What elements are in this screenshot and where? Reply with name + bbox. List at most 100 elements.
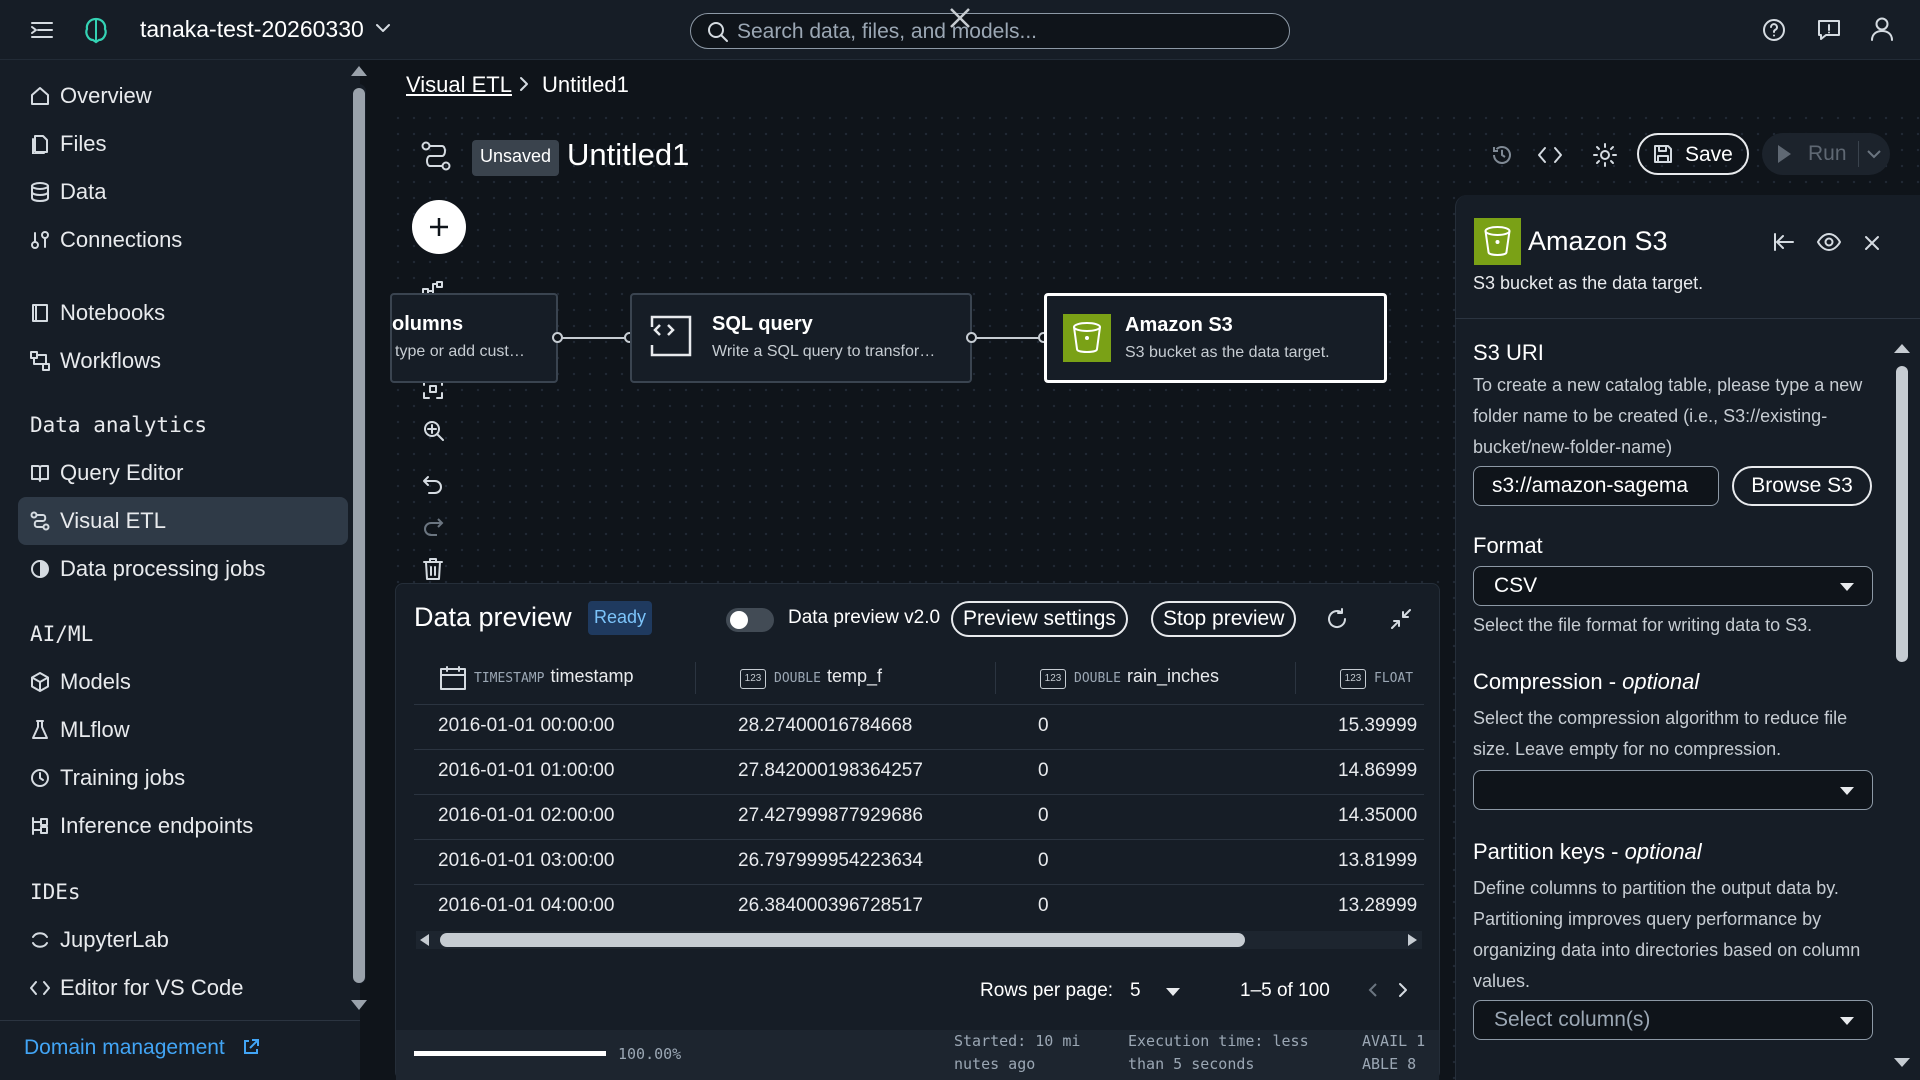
table-scrollbar-thumb[interactable] [440,933,1245,947]
s3-uri-description: To create a new catalog table, please ty… [1473,375,1863,457]
previous-page-icon[interactable] [1367,981,1379,999]
add-node-button[interactable] [412,200,466,254]
sidebar-item-workflows[interactable]: Workflows [18,337,348,385]
data-preview-panel [395,583,1440,1080]
stop-preview-button[interactable]: Stop preview [1151,601,1297,637]
sidebar-item-mlflow[interactable]: MLflow [18,706,348,754]
sidebar-item-vscode[interactable]: Editor for VS Code [18,964,348,1012]
sidebar-item-query-editor[interactable]: Query Editor [18,449,348,497]
project-name[interactable]: tanaka-test-20260330 [140,16,364,43]
preview-started-text: Started: 10 mi nutes ago [954,1032,1081,1073]
rows-per-page-caret-icon [1166,988,1180,996]
flow-node-sql-query[interactable]: SQL query Write a SQL query to transfor… [630,293,972,383]
sidebar-item-training-jobs[interactable]: Training jobs [18,754,348,802]
column-header-timestamp[interactable]: TIMESTAMP timestamp [474,666,633,687]
domain-management-link[interactable]: Domain management [24,1036,225,1060]
pagination-range: 1–5 of 100 [1240,980,1330,1001]
file-icon [30,134,50,154]
pie-icon [30,559,50,579]
notebook-icon [30,303,50,323]
user-profile-icon[interactable] [1870,16,1894,42]
sidebar-item-notebooks[interactable]: Notebooks [18,289,348,337]
edge-2 [972,337,1044,339]
preview-execution-time: Execution time: less than 5 seconds [1128,1032,1309,1073]
sidebar-scrollbar-thumb[interactable] [353,88,365,983]
close-panel-icon[interactable] [1863,234,1881,252]
project-dropdown-chevron-icon[interactable] [375,22,391,34]
sidebar-item-jupyterlab[interactable]: JupyterLab [18,916,348,964]
save-disk-icon [1653,144,1673,164]
preview-eye-icon[interactable] [1817,231,1841,253]
format-description: Select the file format for writing data … [1473,615,1813,635]
scroll-down-arrow-icon[interactable] [351,1000,367,1010]
s3-uri-input[interactable]: s3://amazon-sagema [1473,466,1719,506]
refresh-icon[interactable] [1325,607,1349,631]
panel-subtitle: S3 bucket as the data target. [1473,273,1704,293]
menu-icon[interactable] [30,20,54,40]
sidebar-item-data-processing-jobs[interactable]: Data processing jobs [18,545,348,593]
help-icon[interactable] [1762,18,1786,42]
cube-icon [30,672,50,692]
dock-panel-icon[interactable] [1773,232,1795,252]
sidebar-item-data[interactable]: Data [18,168,348,216]
partition-keys-heading: Partition keys - optional [1473,839,1702,864]
next-page-icon[interactable] [1397,981,1409,999]
flow-title[interactable]: Untitled1 [567,137,689,173]
section-data-analytics: Data analytics [30,413,208,437]
compression-select[interactable] [1473,770,1873,810]
book-icon [30,463,50,483]
panel-scrollbar-thumb[interactable] [1896,366,1908,662]
panel-scroll-up-icon[interactable] [1894,344,1910,353]
rows-per-page-select[interactable]: 5 [1122,972,1188,1010]
breadcrumb-visual-etl[interactable]: Visual ETL [406,72,512,98]
data-preview-v2-toggle[interactable] [726,608,774,632]
column-header-rain-inches[interactable]: DOUBLE rain_inches [1074,666,1219,687]
play-icon [1778,145,1791,163]
panel-scroll-down-icon[interactable] [1894,1058,1910,1067]
partition-keys-description: Define columns to partition the output d… [1473,878,1861,991]
zoom-in-icon[interactable] [423,420,445,442]
sql-query-icon [650,315,692,357]
column-header-temp-f[interactable]: DOUBLE temp_f [774,666,882,687]
scroll-right-arrow-icon[interactable] [1408,934,1417,946]
flow-settings-icon[interactable] [420,140,452,172]
redo-icon[interactable] [422,516,444,538]
scroll-left-arrow-icon[interactable] [420,934,429,946]
scroll-up-arrow-icon[interactable] [351,66,367,76]
flask-icon [30,720,50,740]
format-select[interactable]: CSV [1473,566,1873,606]
search-icon [707,21,729,43]
collapse-preview-icon[interactable] [1390,608,1412,630]
sidebar-item-models[interactable]: Models [18,658,348,706]
settings-gear-icon[interactable] [1592,142,1618,168]
preview-settings-button[interactable]: Preview settings [951,601,1128,637]
sidebar-item-inference-endpoints[interactable]: Inference endpoints [18,802,348,850]
flow-node-amazon-s3[interactable]: Amazon S3 S3 bucket as the data target. [1044,293,1387,383]
output-port[interactable] [966,332,977,343]
browse-s3-button[interactable]: Browse S3 [1732,466,1872,506]
view-code-icon[interactable] [1537,144,1563,166]
search-box[interactable]: Search data, files, and models... [690,13,1290,49]
sidebar-item-connections[interactable]: Connections [18,216,348,264]
sidebar-item-overview[interactable]: Overview [18,72,348,120]
close-overlay-icon[interactable] [948,6,972,30]
column-header-float[interactable]: FLOAT [1374,666,1424,687]
partition-keys-select[interactable]: Select column(s) [1473,1000,1873,1040]
undo-icon[interactable] [422,474,444,496]
delete-trash-icon[interactable] [423,558,443,580]
run-button[interactable]: Run [1762,133,1890,175]
history-icon[interactable] [1490,143,1514,167]
run-dropdown-chevron-icon[interactable] [1866,149,1882,161]
save-button[interactable]: Save [1637,133,1749,175]
sidebar-item-visual-etl[interactable]: Visual ETL [18,497,348,545]
sidebar-item-files[interactable]: Files [18,120,348,168]
output-port[interactable] [552,332,563,343]
number-type-icon: 123 [1340,669,1366,689]
data-preview-v2-label: Data preview v2.0 [788,607,941,628]
feedback-icon[interactable] [1816,18,1842,42]
home-icon [30,86,50,106]
search-input[interactable]: Search data, files, and models... [737,20,1037,44]
format-caret-icon [1840,583,1854,591]
compression-caret-icon [1840,787,1854,795]
flow-node-columns[interactable]: olumns type or add cust… [390,293,558,383]
